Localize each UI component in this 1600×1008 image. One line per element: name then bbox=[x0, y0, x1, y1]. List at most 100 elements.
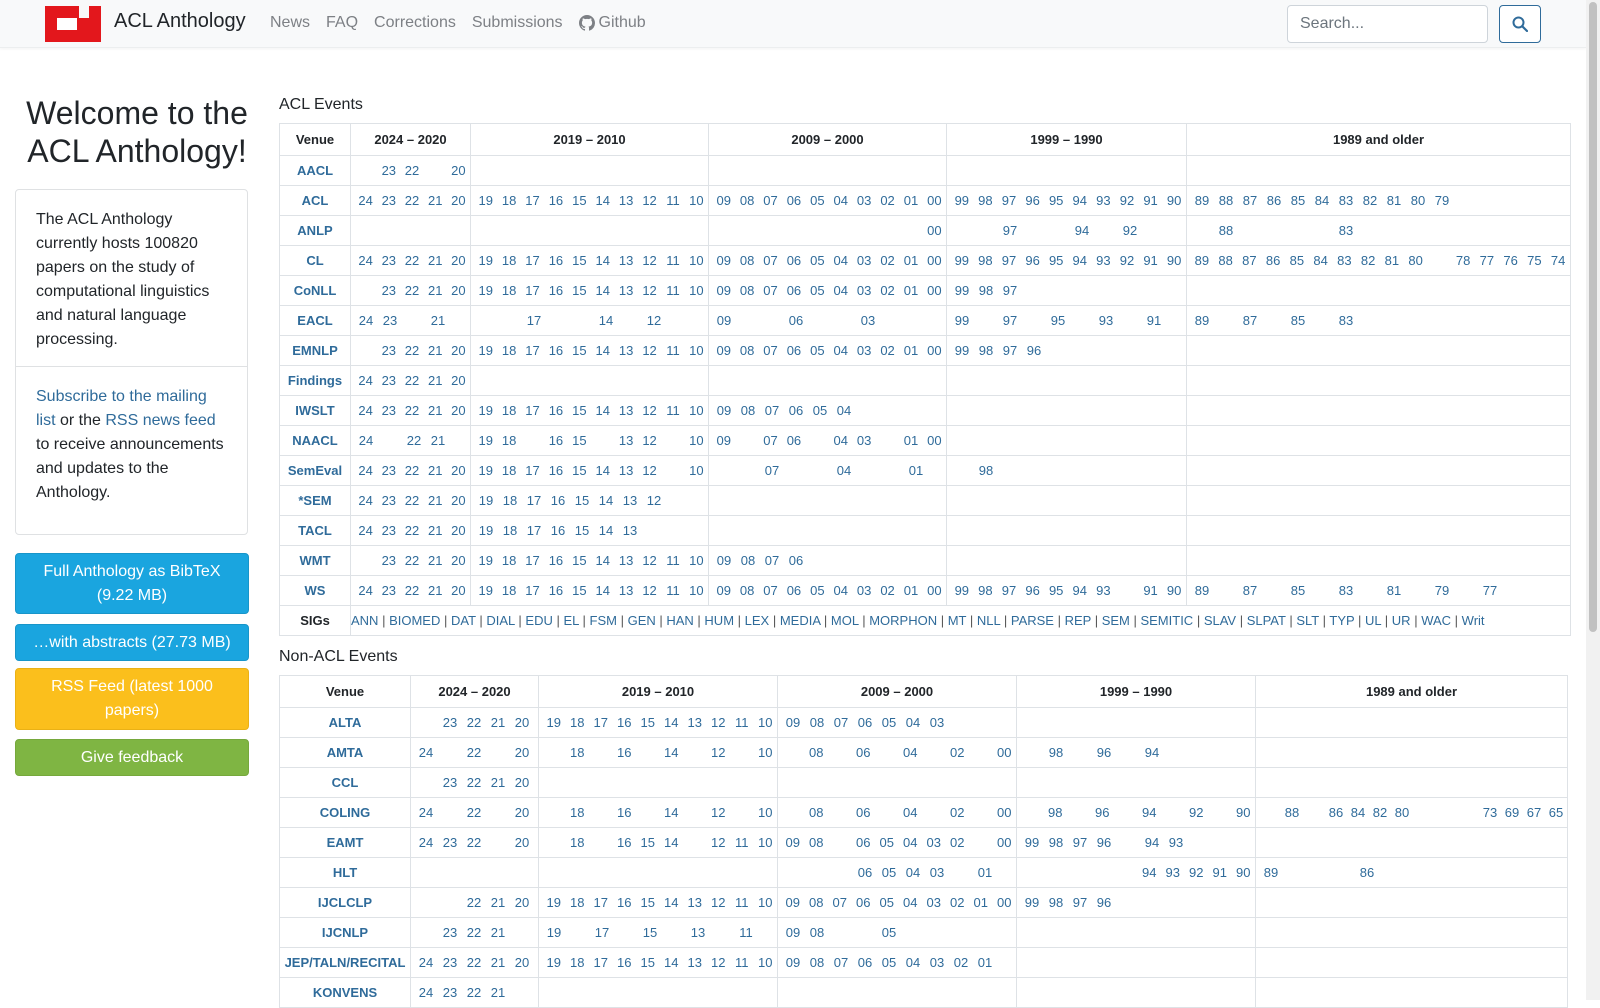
year-link[interactable]: 08 bbox=[735, 283, 758, 298]
year-link[interactable]: 10 bbox=[754, 805, 777, 820]
year-link[interactable]: 07 bbox=[759, 253, 782, 268]
year-link[interactable]: 14 bbox=[591, 553, 614, 568]
year-link[interactable]: 97 bbox=[1068, 895, 1092, 910]
year-link[interactable]: 17 bbox=[589, 715, 613, 730]
year-link[interactable]: 22 bbox=[400, 493, 423, 508]
sig-link[interactable]: EL bbox=[563, 613, 578, 628]
year-link[interactable]: 14 bbox=[591, 463, 614, 478]
search-input[interactable] bbox=[1287, 5, 1488, 43]
year-link[interactable]: 12 bbox=[707, 745, 731, 760]
year-link[interactable]: 00 bbox=[993, 805, 1016, 820]
year-link[interactable]: 09 bbox=[712, 553, 736, 568]
year-link[interactable]: 19 bbox=[542, 715, 566, 730]
year-link[interactable]: 90 bbox=[1162, 253, 1185, 268]
year-link[interactable]: 98 bbox=[974, 583, 998, 598]
year-link[interactable]: 17 bbox=[521, 283, 544, 298]
year-link[interactable]: 05 bbox=[877, 925, 901, 940]
nav-news[interactable]: News bbox=[270, 14, 310, 32]
year-link[interactable]: 15 bbox=[636, 895, 660, 910]
year-link[interactable]: 85 bbox=[1286, 193, 1310, 208]
year-link[interactable]: 82 bbox=[1369, 805, 1391, 820]
year-link[interactable]: 09 bbox=[781, 895, 805, 910]
year-link[interactable]: 84 bbox=[1347, 805, 1369, 820]
year-link[interactable]: 01 bbox=[899, 193, 922, 208]
year-link[interactable]: 85 bbox=[1285, 253, 1309, 268]
year-link[interactable]: 95 bbox=[1046, 313, 1070, 328]
year-link[interactable]: 90 bbox=[1232, 805, 1255, 820]
year-link[interactable]: 22 bbox=[400, 193, 423, 208]
year-link[interactable]: 12 bbox=[642, 493, 666, 508]
year-link[interactable]: 79 bbox=[1430, 583, 1454, 598]
year-link[interactable]: 16 bbox=[544, 583, 567, 598]
year-link[interactable]: 14 bbox=[660, 835, 684, 850]
year-link[interactable]: 81 bbox=[1382, 583, 1406, 598]
year-link[interactable]: 98 bbox=[974, 193, 998, 208]
year-link[interactable]: 11 bbox=[661, 553, 684, 568]
year-link[interactable]: 06 bbox=[784, 313, 808, 328]
year-link[interactable]: 80 bbox=[1391, 805, 1413, 820]
year-link[interactable]: 22 bbox=[400, 343, 423, 358]
year-link[interactable]: 04 bbox=[899, 835, 923, 850]
year-link[interactable]: 14 bbox=[594, 523, 618, 538]
year-link[interactable]: 14 bbox=[660, 805, 684, 820]
year-link[interactable]: 09 bbox=[712, 583, 735, 598]
year-link[interactable]: 09 bbox=[781, 715, 805, 730]
year-link[interactable]: 84 bbox=[1310, 193, 1334, 208]
year-link[interactable]: 01 bbox=[904, 463, 928, 478]
year-link[interactable]: 91 bbox=[1208, 865, 1232, 880]
year-link[interactable]: 22 bbox=[462, 745, 486, 760]
year-link[interactable]: 18 bbox=[497, 283, 520, 298]
year-link[interactable]: 07 bbox=[760, 553, 784, 568]
year-link[interactable]: 07 bbox=[829, 955, 853, 970]
year-link[interactable]: 96 bbox=[1091, 805, 1115, 820]
year-link[interactable]: 99 bbox=[950, 583, 974, 598]
year-link[interactable]: 12 bbox=[707, 835, 731, 850]
year-link[interactable]: 96 bbox=[1092, 835, 1116, 850]
sig-link[interactable]: FSM bbox=[590, 613, 617, 628]
year-link[interactable]: 12 bbox=[707, 805, 731, 820]
year-link[interactable]: 00 bbox=[993, 745, 1016, 760]
year-link[interactable]: 74 bbox=[1546, 253, 1569, 268]
nav-github[interactable]: Github bbox=[578, 14, 662, 32]
venue-link[interactable]: HLT bbox=[279, 857, 411, 888]
sig-link[interactable]: SEM bbox=[1102, 613, 1130, 628]
year-link[interactable]: 14 bbox=[660, 715, 684, 730]
rss-news-link[interactable]: RSS news feed bbox=[105, 412, 215, 429]
year-link[interactable]: 06 bbox=[782, 193, 805, 208]
year-link[interactable]: 04 bbox=[832, 463, 856, 478]
year-link[interactable]: 99 bbox=[950, 343, 974, 358]
year-link[interactable]: 20 bbox=[447, 583, 470, 598]
year-link[interactable]: 99 bbox=[950, 313, 974, 328]
year-link[interactable]: 24 bbox=[354, 193, 377, 208]
year-link[interactable]: 07 bbox=[759, 343, 782, 358]
year-link[interactable]: 13 bbox=[614, 553, 637, 568]
year-link[interactable]: 18 bbox=[566, 955, 590, 970]
year-link[interactable]: 20 bbox=[447, 403, 470, 418]
year-link[interactable]: 21 bbox=[486, 775, 510, 790]
year-link[interactable]: 15 bbox=[568, 553, 591, 568]
rss-feed-button[interactable]: RSS Feed (latest 1000 papers) bbox=[15, 668, 249, 730]
sig-link[interactable]: MOL bbox=[831, 613, 859, 628]
year-link[interactable]: 15 bbox=[636, 835, 660, 850]
year-link[interactable]: 05 bbox=[877, 715, 901, 730]
year-link[interactable]: 20 bbox=[510, 715, 534, 730]
year-link[interactable]: 11 bbox=[661, 403, 684, 418]
venue-link[interactable]: TACL bbox=[279, 515, 351, 546]
year-link[interactable]: 92 bbox=[1115, 253, 1139, 268]
year-link[interactable]: 20 bbox=[447, 373, 470, 388]
year-link[interactable]: 12 bbox=[638, 583, 661, 598]
year-link[interactable]: 00 bbox=[923, 583, 946, 598]
year-link[interactable]: 80 bbox=[1406, 193, 1430, 208]
year-link[interactable]: 03 bbox=[852, 193, 875, 208]
sig-link[interactable]: MT bbox=[948, 613, 967, 628]
year-link[interactable]: 15 bbox=[568, 343, 591, 358]
year-link[interactable]: 24 bbox=[354, 493, 377, 508]
year-link[interactable]: 06 bbox=[853, 715, 877, 730]
year-link[interactable]: 77 bbox=[1475, 253, 1499, 268]
year-link[interactable]: 06 bbox=[852, 805, 876, 820]
year-link[interactable]: 96 bbox=[1092, 745, 1116, 760]
venue-link[interactable]: EMNLP bbox=[279, 335, 351, 366]
year-link[interactable]: 12 bbox=[707, 895, 731, 910]
year-link[interactable]: 23 bbox=[377, 343, 400, 358]
sig-link[interactable]: UL bbox=[1365, 613, 1381, 628]
